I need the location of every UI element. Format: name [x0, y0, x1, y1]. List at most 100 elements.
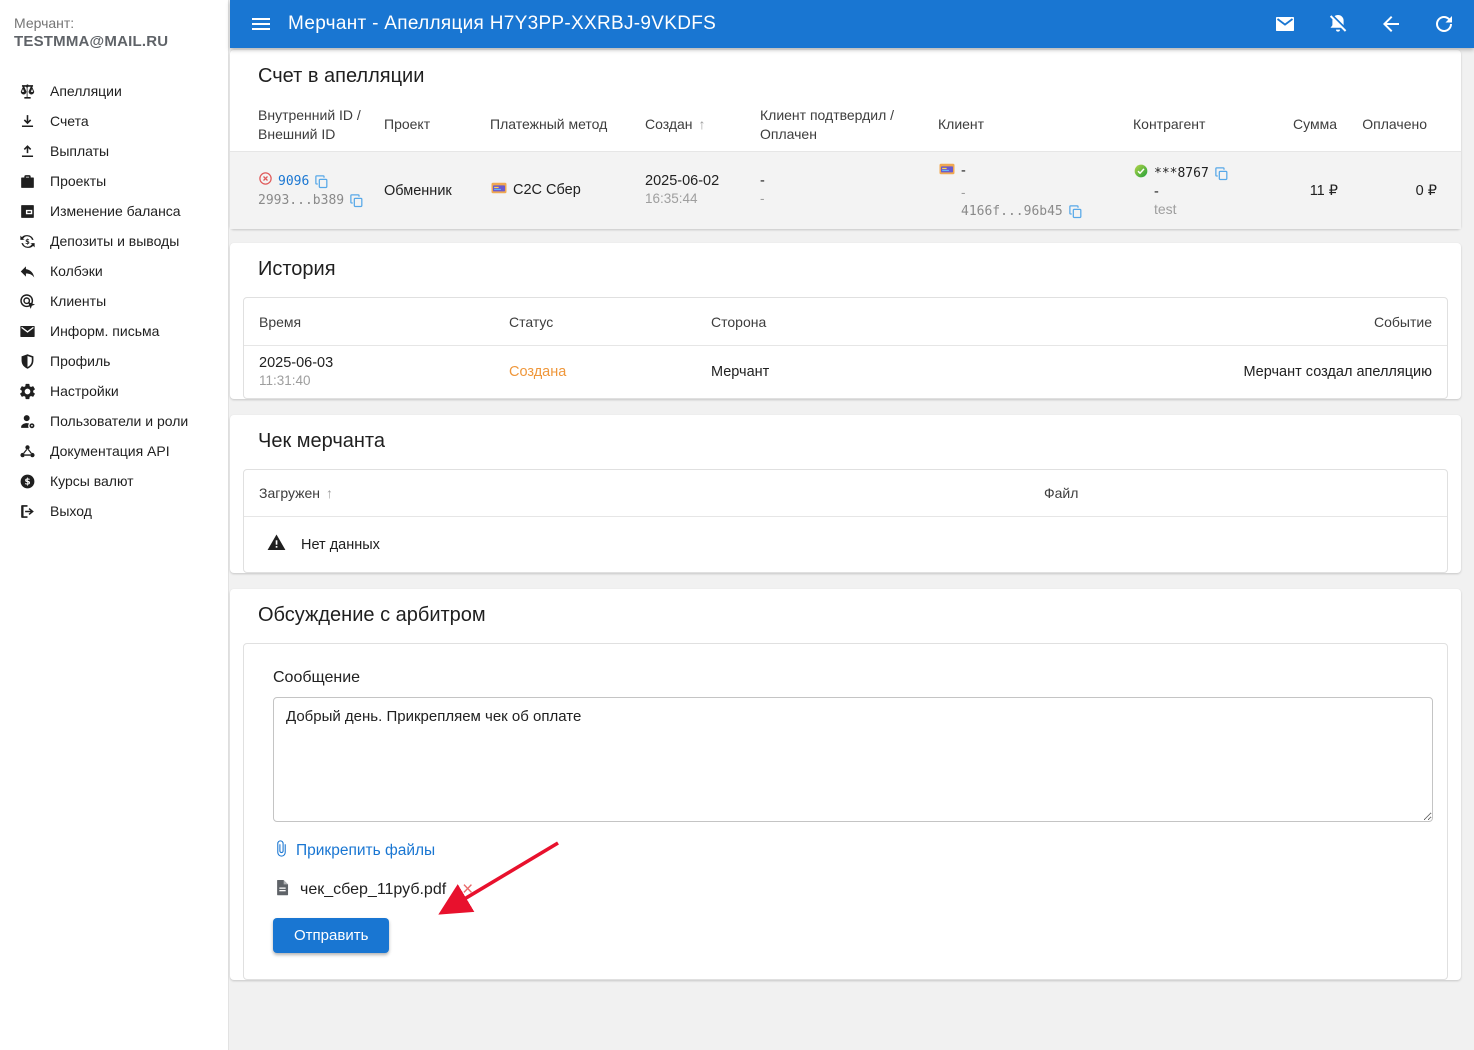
success-check-icon	[1133, 163, 1149, 184]
merchant-label: Мерчант:	[14, 15, 75, 31]
sidebar-item-settings[interactable]: Настройки	[0, 376, 228, 406]
receipt-table-header: Загружен ↑ Файл	[244, 470, 1447, 517]
sort-asc-icon: ↑	[698, 116, 706, 132]
error-circle-icon	[258, 171, 273, 191]
menu-icon[interactable]	[249, 12, 273, 36]
sidebar-item-payouts[interactable]: Выплаты	[0, 136, 228, 166]
client-confirmed: -	[760, 173, 765, 189]
users-roles-icon	[17, 411, 37, 431]
sidebar-item-users-roles[interactable]: Пользователи и роли	[0, 406, 228, 436]
copy-icon[interactable]	[1068, 204, 1083, 219]
internal-id-link[interactable]: 9096	[278, 172, 309, 191]
download-icon	[17, 111, 37, 131]
sidebar-nav: Апелляции Счета Выплаты Проекты Изменени…	[0, 76, 228, 526]
sidebar-item-label: Выплаты	[50, 143, 110, 159]
section-title: Счет в апелляции	[258, 65, 425, 87]
column-header: Сторона	[711, 313, 767, 330]
merchant-info: Мерчант: TESTMMA@MAIL.RU	[0, 14, 228, 62]
history-time-cell: 2025-06-03 11:31:40	[259, 355, 509, 390]
history-event-cell: Мерчант создал апелляцию	[1243, 364, 1432, 380]
table-row: 2025-06-03 11:31:40 Создана Мерчант Мерч…	[244, 346, 1447, 398]
sidebar-item-api-docs[interactable]: Документация API	[0, 436, 228, 466]
briefcase-icon	[17, 171, 37, 191]
sidebar-item-deposits[interactable]: $ Депозиты и выводы	[0, 226, 228, 256]
attach-files-link[interactable]: Прикрепить файлы	[273, 840, 435, 862]
sidebar-item-balance-change[interactable]: Изменение баланса	[0, 196, 228, 226]
history-table: Время Статус Сторона Событие 2025-06-03 …	[243, 297, 1448, 399]
ads-click-icon	[17, 291, 37, 311]
page-title: Мерчант - Апелляция H7Y3PP-XXRBJ-9VKDFS	[288, 13, 717, 34]
section-title: История	[258, 258, 336, 280]
sidebar-item-profile[interactable]: Профиль	[0, 346, 228, 376]
sidebar-item-label: Изменение баланса	[50, 203, 181, 219]
reply-icon	[17, 261, 37, 281]
message-textarea[interactable]: Добрый день. Прикрепляем чек об оплате	[273, 697, 1433, 822]
back-icon[interactable]	[1379, 12, 1403, 36]
currency-exchange-icon: $	[17, 231, 37, 251]
sidebar-item-label: Выход	[50, 503, 92, 519]
dollar-circle-icon: $	[17, 471, 37, 491]
merchant-email: TESTMMA@MAIL.RU	[14, 33, 169, 50]
sidebar-item-label: Счета	[50, 113, 89, 129]
external-id: 2993...b389	[258, 193, 345, 208]
invoice-table-header: Внутренний ID / Внешний ID Проект Платеж…	[230, 98, 1461, 152]
column-header: Статус	[509, 313, 554, 330]
copy-icon[interactable]	[1214, 166, 1229, 181]
remove-file-button[interactable]: ×	[462, 880, 473, 899]
sidebar-item-label: Профиль	[50, 353, 111, 369]
column-header: Событие	[1374, 313, 1432, 330]
sidebar-item-info-letters[interactable]: Информ. письма	[0, 316, 228, 346]
client-line2: -	[961, 185, 966, 200]
svg-text:$: $	[25, 237, 30, 245]
sidebar-item-invoices[interactable]: Счета	[0, 106, 228, 136]
column-header: Оплачено	[1362, 116, 1427, 132]
sidebar: Мерчант: TESTMMA@MAIL.RU Апелляции Счета…	[0, 0, 229, 1050]
paperclip-icon	[273, 840, 290, 862]
sidebar-item-label: Пользователи и роли	[50, 413, 189, 429]
column-header-sortable[interactable]: Загружен ↑	[259, 485, 1044, 501]
column-header-sortable[interactable]: Создан ↑	[645, 115, 760, 134]
sidebar-item-label: Проекты	[50, 173, 107, 189]
main-content: Счет в апелляции Внутренний ID / Внешний…	[230, 48, 1474, 1050]
receipt-section: Чек мерчанта Загружен ↑ Файл Нет данных	[230, 415, 1461, 573]
column-header: Платежный метод	[490, 116, 608, 132]
discussion-form: Сообщение Добрый день. Прикрепляем чек о…	[243, 643, 1448, 980]
history-side-cell: Мерчант	[711, 364, 770, 380]
counterparty-card: ***8767	[1154, 165, 1209, 181]
no-data-text: Нет данных	[301, 536, 380, 553]
sidebar-item-appeals[interactable]: Апелляции	[0, 76, 228, 106]
no-data-cell: Нет данных	[259, 532, 1044, 557]
shield-icon	[17, 351, 37, 371]
client-line1: -	[961, 163, 966, 179]
bank-card-icon	[490, 179, 508, 203]
copy-icon[interactable]	[314, 174, 329, 189]
sidebar-item-callbacks[interactable]: Колбэки	[0, 256, 228, 286]
mail-icon[interactable]	[1273, 12, 1297, 36]
scale-icon	[17, 81, 37, 101]
counterparty-cell: ***8767 - test	[1133, 163, 1293, 219]
sidebar-item-label: Клиенты	[50, 293, 107, 309]
message-label: Сообщение	[273, 669, 361, 686]
column-header: Сумма	[1293, 116, 1337, 132]
sidebar-item-label: Настройки	[50, 383, 119, 399]
sidebar-item-currency-rates[interactable]: $ Курсы валют	[0, 466, 228, 496]
history-section: История Время Статус Сторона Событие 202…	[230, 243, 1461, 399]
table-row: 9096 2993...b389 Обменник C2C Сбер 2025-…	[230, 152, 1461, 229]
attached-file-item: чек_сбер_11руб.pdf ×	[273, 878, 1418, 902]
copy-icon[interactable]	[349, 193, 364, 208]
notifications-off-icon[interactable]	[1326, 12, 1350, 36]
column-header: Время	[259, 313, 302, 330]
confirmed-cell: - -	[760, 173, 938, 208]
refresh-icon[interactable]	[1432, 12, 1456, 36]
section-title: Обсуждение с арбитром	[258, 604, 486, 626]
send-button[interactable]: Отправить	[273, 918, 390, 953]
sidebar-item-label: Информ. письма	[50, 323, 160, 339]
sidebar-item-logout[interactable]: Выход	[0, 496, 228, 526]
appbar-actions	[1273, 12, 1456, 36]
sort-asc-icon: ↑	[326, 485, 334, 501]
column-header: Внутренний ID / Внешний ID	[258, 106, 361, 142]
sidebar-item-projects[interactable]: Проекты	[0, 166, 228, 196]
sidebar-item-clients[interactable]: Клиенты	[0, 286, 228, 316]
mail-icon	[17, 321, 37, 341]
hub-icon	[17, 441, 37, 461]
